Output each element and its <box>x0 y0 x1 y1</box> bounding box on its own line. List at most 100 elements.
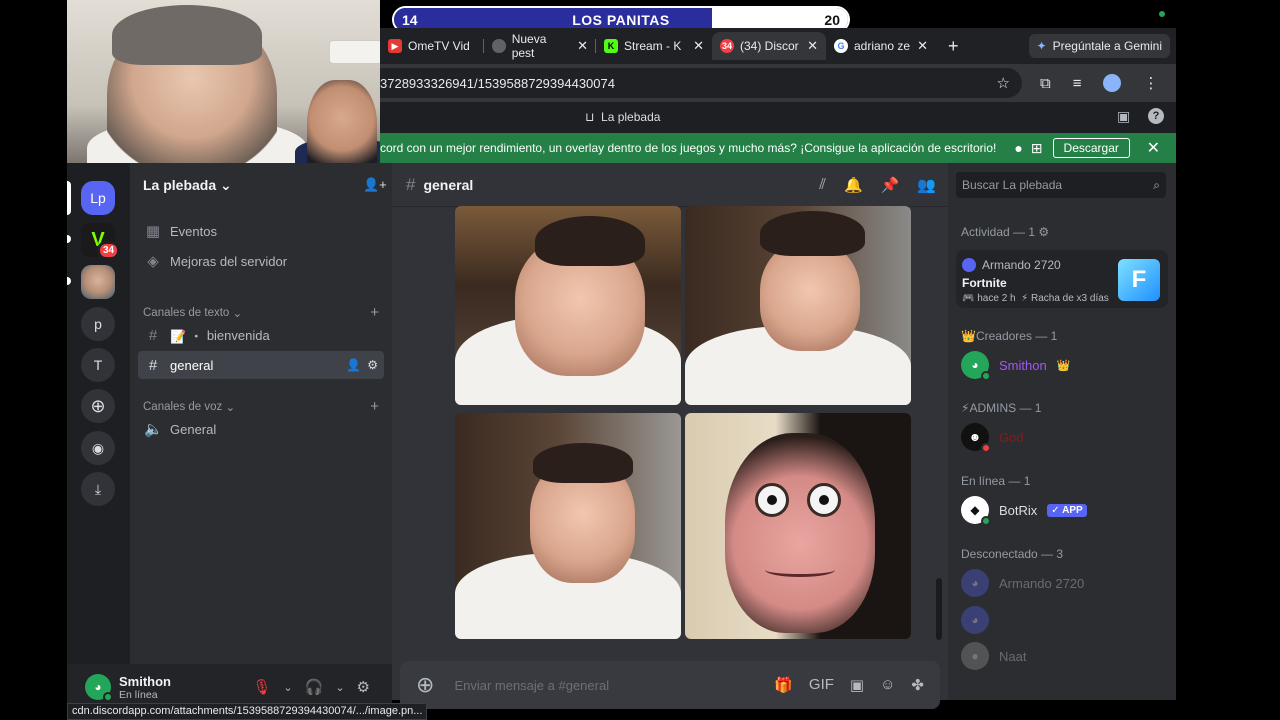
download-app-banner: cord con un mejor rendimiento, un overla… <box>380 133 1176 163</box>
unread-pill <box>67 235 71 243</box>
member-offline-2[interactable]: ◕ <box>961 606 999 634</box>
close-tab-icon[interactable]: ✕ <box>577 38 588 54</box>
text-channels-category[interactable]: Canales de texto ⌄ + <box>143 304 379 321</box>
close-tab-icon[interactable]: ✕ <box>693 38 704 54</box>
emoji-icon[interactable]: ☺ <box>880 676 895 694</box>
message-composer[interactable]: ⊕ Enviar mensaje a #general 🎁 GIF ▣ ☺ ✤ <box>400 661 940 709</box>
discover-icon[interactable]: ◉ <box>81 431 115 465</box>
server-boosts-item[interactable]: ◈ Mejoras del servidor <box>138 247 384 275</box>
tab-label: Nueva pest <box>511 32 547 60</box>
user-settings-icon[interactable]: ⚙ <box>357 678 370 696</box>
chevron-down-icon[interactable]: ⌄ <box>335 681 344 694</box>
headphones-icon[interactable]: 🎧 <box>305 678 324 696</box>
message-image-4[interactable] <box>685 413 911 639</box>
offline-header: Desconectado — 3 <box>961 547 1064 561</box>
notification-bell-icon[interactable]: 🔔 <box>844 176 863 194</box>
server-icon-lp[interactable]: Lp <box>81 181 115 215</box>
member-name: God <box>999 429 1024 445</box>
extensions-icon[interactable]: ⧉ <box>1040 75 1051 92</box>
gift-icon[interactable]: 🎁 <box>774 676 793 694</box>
right-margin <box>1176 28 1280 720</box>
microphone-muted-icon[interactable]: 🎙 <box>252 678 271 696</box>
media-control-icon[interactable]: ≡ <box>1073 75 1082 92</box>
channel-sidebar: La plebada ⌄ 👤+ ▦ Eventos ◈ Mejoras del … <box>130 163 392 700</box>
channel-general[interactable]: # general 👤 ⚙ <box>138 351 384 379</box>
menu-kebab-icon[interactable]: ⋮ <box>1143 74 1158 92</box>
member-armando[interactable]: ◕ Armando 2720 <box>961 569 1084 597</box>
activity-meta: 🎮 hace 2 h ⚡ Racha de x3 días <box>962 293 1109 304</box>
add-channel-icon[interactable]: + <box>370 304 379 321</box>
tab-label: (34) Discor <box>740 39 799 53</box>
pin-icon[interactable]: 📌 <box>881 176 900 194</box>
unread-pill <box>67 277 71 285</box>
user-avatar[interactable]: ◕ <box>85 674 113 702</box>
apps-icon[interactable]: ✤ <box>911 676 924 694</box>
message-image-3[interactable] <box>455 413 681 639</box>
server-icon-t[interactable]: T <box>81 348 115 382</box>
member-avatar: ◕ <box>961 351 991 381</box>
upload-plus-icon[interactable]: ⊕ <box>416 672 434 698</box>
download-button[interactable]: Descargar <box>1052 138 1130 158</box>
events-item[interactable]: ▦ Eventos <box>138 217 384 245</box>
server-list: Lp V 34 p T ⊕ ◉ ⤓ <box>67 163 130 700</box>
link-status-bar: cdn.discordapp.com/attachments/153958872… <box>67 703 428 720</box>
member-smithon[interactable]: ◕ Smithon 👑 <box>961 351 1070 381</box>
chevron-down-icon[interactable]: ⌄ <box>283 681 292 694</box>
channel-label: General <box>170 421 217 437</box>
chrome-favicon-icon <box>492 39 506 53</box>
scoreboard-title: LOS PANITAS <box>572 11 670 28</box>
activity-game: Fortnite <box>962 276 1007 290</box>
member-name: BotRix <box>999 502 1038 518</box>
category-label: Canales de texto <box>143 306 230 319</box>
voice-channels-category[interactable]: Canales de voz ⌄ + <box>143 398 379 415</box>
activity-card[interactable]: Armando 2720 Fortnite 🎮 hace 2 h ⚡ Racha… <box>956 250 1168 308</box>
inbox-icon[interactable]: ▣ <box>1117 108 1130 125</box>
member-name: Armando 2720 <box>999 575 1085 591</box>
server-name-dropdown[interactable]: La plebada ⌄ <box>143 177 232 194</box>
channel-bienvenida[interactable]: # 📝 ・ bienvenida <box>138 321 384 349</box>
hashtag-icon: # <box>148 326 158 344</box>
member-list-icon[interactable]: 👥 <box>917 176 936 194</box>
close-tab-icon[interactable]: ✕ <box>807 38 818 54</box>
search-input[interactable]: Buscar La plebada ⌕ <box>956 172 1166 198</box>
threads-icon[interactable]: ⫽ <box>819 176 826 194</box>
gemini-button[interactable]: ✦ Pregúntale a Gemini <box>1028 34 1170 58</box>
tab-kick[interactable]: K Stream - K ✕ <box>596 32 712 60</box>
add-channel-icon[interactable]: + <box>370 398 379 415</box>
browser-tab-bar: ▶ OmeTV Vid Nueva pest ✕ K Stream - K ✕ … <box>380 28 1176 64</box>
invite-people-icon[interactable]: 👤+ <box>363 177 387 193</box>
message-image-2[interactable] <box>685 206 911 405</box>
message-input[interactable]: Enviar mensaje a #general <box>454 678 609 693</box>
tab-discord[interactable]: 34 (34) Discor ✕ <box>712 32 826 60</box>
download-apps-icon[interactable]: ⤓ <box>81 472 115 506</box>
url-field[interactable]: 3728933326941/1539588729394430074 ☆ <box>380 68 1022 98</box>
message-image-1[interactable] <box>455 206 681 405</box>
profile-avatar-icon[interactable] <box>1103 74 1122 92</box>
member-god[interactable]: ☻ God <box>961 423 1024 453</box>
tab-ometv[interactable]: ▶ OmeTV Vid <box>380 32 484 60</box>
server-icon-avatar[interactable] <box>81 265 115 299</box>
tab-google[interactable]: G adriano ze ✕ <box>826 32 936 60</box>
add-server-icon[interactable]: ⊕ <box>81 389 115 423</box>
voice-channel-general[interactable]: 🔈 General <box>138 415 384 443</box>
new-tab-button[interactable]: + <box>948 36 959 57</box>
member-botrix[interactable]: ◆ BotRix ✓ APP <box>961 496 1087 526</box>
url-text: 3728933326941/1539588729394430074 <box>380 75 615 91</box>
create-invite-icon[interactable]: 👤 <box>346 358 361 372</box>
member-naat[interactable]: ● Naat <box>961 642 1026 670</box>
member-name: Naat <box>999 648 1027 664</box>
server-icon-p[interactable]: p <box>81 307 115 341</box>
close-banner-icon[interactable]: ✕ <box>1147 138 1160 158</box>
tab-new[interactable]: Nueva pest ✕ <box>484 32 596 60</box>
gif-icon[interactable]: GIF <box>809 676 834 694</box>
help-icon[interactable]: ? <box>1148 108 1164 124</box>
channel-settings-icon[interactable]: ⚙ <box>367 358 378 372</box>
sticker-icon[interactable]: ▣ <box>850 676 864 694</box>
chat-scrollbar[interactable] <box>936 578 942 640</box>
bookmark-star-icon[interactable]: ☆ <box>997 74 1010 92</box>
hashtag-icon: # <box>406 174 416 194</box>
member-list: Buscar La plebada ⌕ Actividad — 1 ⚙ Arma… <box>948 163 1176 700</box>
member-avatar: ◆ <box>961 496 991 526</box>
close-tab-icon[interactable]: ✕ <box>917 38 928 54</box>
channel-title: general <box>423 176 474 193</box>
